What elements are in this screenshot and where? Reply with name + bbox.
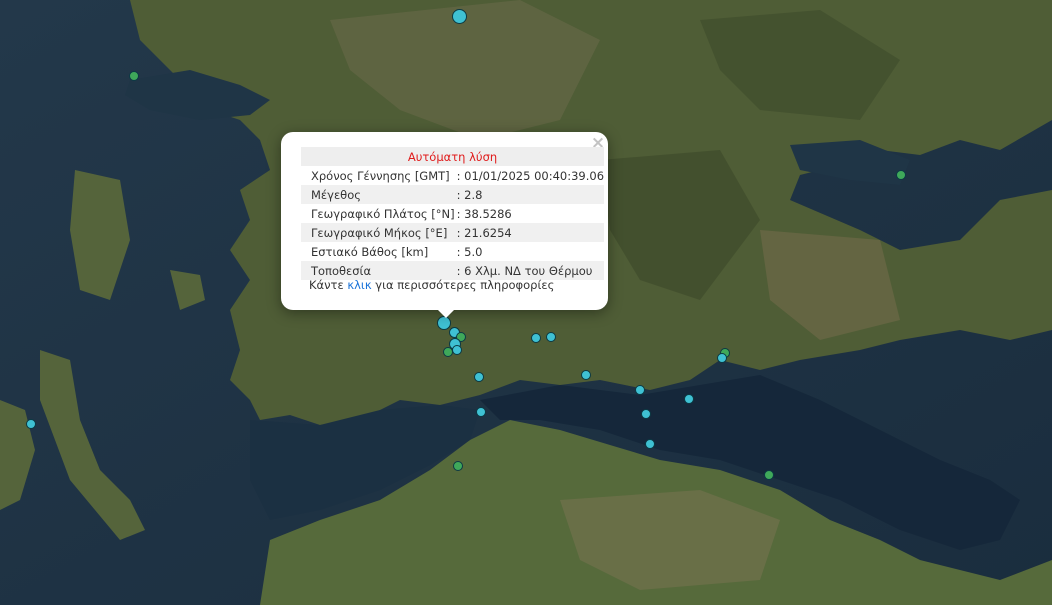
earthquake-marker[interactable] bbox=[531, 333, 541, 343]
table-row: Χρόνος Γέννησης [GMT] : 01/01/2025 00:40… bbox=[301, 166, 604, 185]
earthquake-marker[interactable] bbox=[474, 372, 484, 382]
row-value: : 38.5286 bbox=[456, 206, 512, 221]
row-value: : 5.0 bbox=[456, 244, 483, 259]
earthquake-marker[interactable] bbox=[896, 170, 906, 180]
row-label: Εστιακό Βάθος [km] bbox=[311, 244, 429, 259]
earthquake-marker[interactable] bbox=[453, 461, 463, 471]
earthquake-marker[interactable] bbox=[764, 470, 774, 480]
row-label: Γεωγραφικό Πλάτος [°N] bbox=[311, 206, 455, 221]
popup-title: Αυτόματη λύση bbox=[301, 147, 605, 166]
earthquake-marker[interactable] bbox=[437, 316, 451, 330]
more-info-suffix: για περισσότερες πληροφορίες bbox=[371, 278, 555, 292]
earthquake-marker[interactable] bbox=[452, 9, 467, 24]
row-value: : 2.8 bbox=[454, 185, 605, 204]
earthquake-marker[interactable] bbox=[452, 345, 462, 355]
earthquake-details-table: Αυτόματη λύση Χρόνος Γέννησης [GMT] : 01… bbox=[301, 147, 605, 280]
earthquake-marker[interactable] bbox=[717, 353, 727, 363]
earthquake-marker[interactable] bbox=[546, 332, 556, 342]
row-label: Χρόνος Γέννησης [GMT] bbox=[311, 168, 450, 183]
row-label: Γεωγραφικό Μήκος [°E] bbox=[301, 223, 455, 242]
earthquake-marker[interactable] bbox=[129, 71, 139, 81]
more-info-link[interactable]: κλικ bbox=[347, 278, 371, 292]
earthquake-marker[interactable] bbox=[26, 419, 36, 429]
more-info-prefix: Κάντε bbox=[309, 278, 348, 292]
earthquake-marker[interactable] bbox=[635, 385, 645, 395]
popup-tip bbox=[436, 308, 456, 318]
more-info-text: Κάντε κλικ για περισσότερες πληροφορίες bbox=[309, 278, 554, 292]
earthquake-marker[interactable] bbox=[476, 407, 486, 417]
earthquake-marker[interactable] bbox=[684, 394, 694, 404]
row-label: Μέγεθος bbox=[301, 185, 455, 204]
table-row: Γεωγραφικό Μήκος [°E] : 21.6254 bbox=[301, 223, 605, 242]
table-row: Εστιακό Βάθος [km] : 5.0 bbox=[301, 242, 604, 261]
row-value: : 01/01/2025 00:40:39.06 bbox=[456, 168, 605, 183]
popup-title-row: Αυτόματη λύση bbox=[301, 147, 605, 166]
table-row: Μέγεθος : 2.8 bbox=[301, 185, 605, 204]
earthquake-marker[interactable] bbox=[581, 370, 591, 380]
earthquake-marker[interactable] bbox=[641, 409, 651, 419]
table-row: Γεωγραφικό Πλάτος [°N] : 38.5286 bbox=[301, 204, 604, 223]
earthquake-marker[interactable] bbox=[645, 439, 655, 449]
row-value: : 21.6254 bbox=[454, 223, 605, 242]
